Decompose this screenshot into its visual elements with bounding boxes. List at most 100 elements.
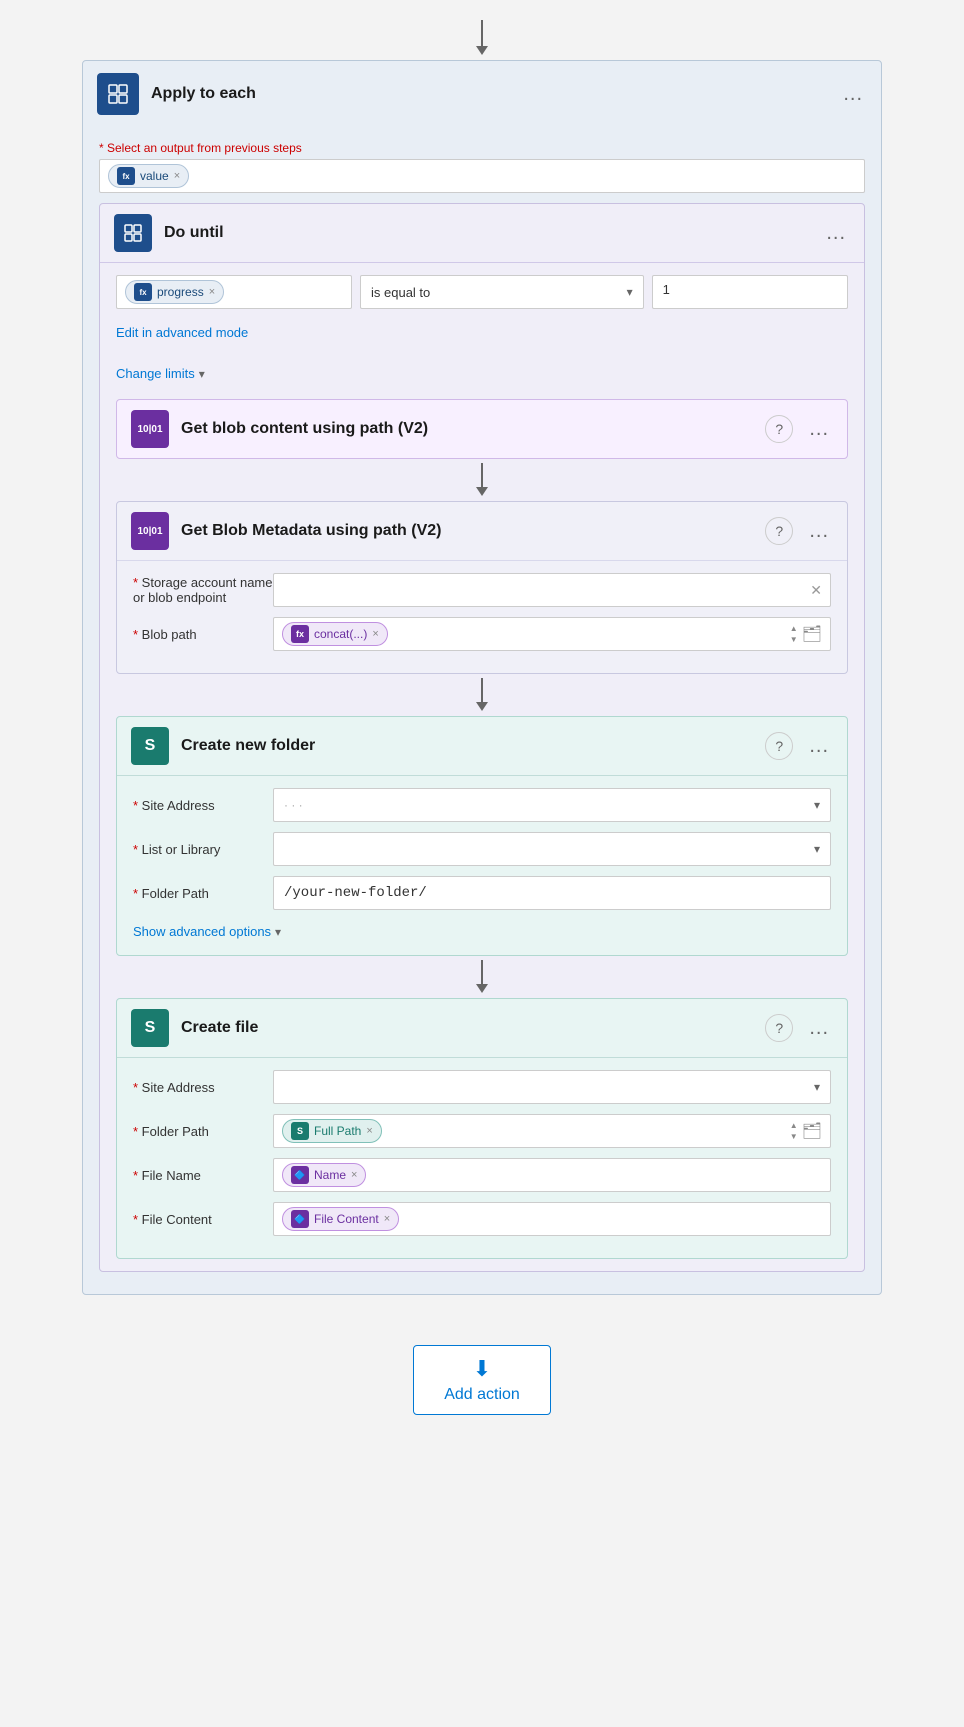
- arrow-3: [116, 960, 848, 994]
- concat-close[interactable]: ×: [372, 628, 378, 640]
- create-file-folder-path-input[interactable]: S Full Path × ▲ ▼ 🗂: [273, 1114, 831, 1148]
- get-blob-metadata-more-btn[interactable]: ...: [805, 520, 833, 543]
- do-until-card: Do until ... fx progress ×: [99, 203, 865, 1272]
- do-until-actions: ...: [822, 222, 850, 245]
- do-until-title: Do until: [164, 224, 822, 242]
- get-blob-metadata-help-btn[interactable]: ?: [765, 517, 793, 545]
- value-token-close[interactable]: ×: [174, 170, 180, 182]
- get-blob-content-actions: ? ...: [765, 415, 833, 443]
- apply-to-each-icon: [97, 73, 139, 115]
- create-file-header: S Create file ? ...: [117, 999, 847, 1057]
- folder-path-label: Folder Path: [133, 886, 273, 901]
- create-file-help-btn[interactable]: ?: [765, 1014, 793, 1042]
- full-path-close[interactable]: ×: [366, 1125, 372, 1137]
- folder-path-input[interactable]: /your-new-folder/: [273, 876, 831, 910]
- create-folder-header: S Create new folder ? ...: [117, 717, 847, 775]
- change-limits-btn[interactable]: Change limits ▾: [116, 362, 205, 385]
- file-name-row: File Name 🔷 Name ×: [133, 1158, 831, 1192]
- arrow-1: [116, 463, 848, 497]
- apply-to-each-card: Apply to each ... * Select an output fro…: [82, 60, 882, 1295]
- name-close[interactable]: ×: [351, 1169, 357, 1181]
- get-blob-content-icon: 10|01: [131, 410, 169, 448]
- file-content-input[interactable]: 🔷 File Content ×: [273, 1202, 831, 1236]
- create-folder-body: Site Address · · · ▾ List or Library: [117, 775, 847, 955]
- get-blob-metadata-header: 10|01 Get Blob Metadata using path (V2) …: [117, 502, 847, 560]
- create-file-icon: S: [131, 1009, 169, 1047]
- create-folder-actions: ? ...: [765, 732, 833, 760]
- blob-path-controls: ▲ ▼: [790, 623, 798, 645]
- do-until-header: Do until ...: [100, 204, 864, 263]
- list-library-label: List or Library: [133, 842, 273, 857]
- storage-account-clear[interactable]: ✕: [810, 582, 822, 599]
- arrow-2: [116, 678, 848, 712]
- progress-token-close[interactable]: ×: [209, 286, 215, 298]
- condition-row: fx progress × is equal to ▾ 1: [116, 275, 848, 309]
- value-token-icon: fx: [117, 167, 135, 185]
- operator-select[interactable]: is equal to ▾: [360, 275, 644, 309]
- get-blob-metadata-actions: ? ...: [765, 517, 833, 545]
- file-content-token: 🔷 File Content ×: [282, 1207, 399, 1231]
- apply-to-each-more-btn[interactable]: ...: [839, 83, 867, 106]
- site-address-label-2: Site Address: [133, 1080, 273, 1095]
- folder-path-controls: ▲ ▼: [790, 1120, 798, 1142]
- create-folder-title: Create new folder: [181, 737, 765, 755]
- value-token: fx value ×: [108, 164, 189, 188]
- storage-account-label: Storage account name or blob endpoint: [133, 575, 273, 605]
- apply-to-each-body: * Select an output from previous steps f…: [83, 127, 881, 1294]
- get-blob-metadata-title: Get Blob Metadata using path (V2): [181, 522, 765, 540]
- site-address-label-1: Site Address: [133, 798, 273, 813]
- apply-to-each-header: Apply to each ...: [83, 61, 881, 127]
- file-content-row: File Content 🔷 File Content ×: [133, 1202, 831, 1236]
- name-icon: 🔷: [291, 1166, 309, 1184]
- file-content-icon: 🔷: [291, 1210, 309, 1228]
- create-file-more-btn[interactable]: ...: [805, 1017, 833, 1040]
- blob-path-row: Blob path fx concat(...) × ▲: [133, 617, 831, 651]
- get-blob-metadata-card: 10|01 Get Blob Metadata using path (V2) …: [116, 501, 848, 674]
- create-folder-more-btn[interactable]: ...: [805, 735, 833, 758]
- storage-account-input[interactable]: ✕: [273, 573, 831, 607]
- full-path-icon: S: [291, 1122, 309, 1140]
- site-address-select-2[interactable]: ▾: [273, 1070, 831, 1104]
- add-action-icon: ⬇: [473, 1356, 491, 1382]
- site-address-select-1[interactable]: · · · ▾: [273, 788, 831, 822]
- create-folder-help-btn[interactable]: ?: [765, 732, 793, 760]
- condition-token-input[interactable]: fx progress ×: [116, 275, 352, 309]
- select-output-label: * Select an output from previous steps: [99, 141, 865, 155]
- create-file-card: S Create file ? ... Site Address: [116, 998, 848, 1259]
- get-blob-content-help-btn[interactable]: ?: [765, 415, 793, 443]
- get-blob-metadata-icon: 10|01: [131, 512, 169, 550]
- add-action-label: Add action: [444, 1386, 520, 1404]
- value-input[interactable]: 1: [652, 275, 848, 309]
- file-name-input[interactable]: 🔷 Name ×: [273, 1158, 831, 1192]
- create-file-body: Site Address ▾ Folder Path: [117, 1057, 847, 1258]
- site-address-chevron-2: ▾: [814, 1080, 820, 1094]
- apply-to-each-actions: ...: [839, 83, 867, 106]
- show-advanced-chevron: ▾: [275, 925, 281, 939]
- blob-path-input[interactable]: fx concat(...) × ▲ ▼ 🗂: [273, 617, 831, 651]
- list-library-select[interactable]: ▾: [273, 832, 831, 866]
- change-limits-chevron: ▾: [199, 367, 205, 381]
- select-output-input[interactable]: fx value ×: [99, 159, 865, 193]
- blob-path-folder-btn[interactable]: 🗂: [802, 624, 822, 644]
- concat-icon: fx: [291, 625, 309, 643]
- concat-token: fx concat(...) ×: [282, 622, 388, 646]
- get-blob-content-card: 10|01 Get blob content using path (V2) ?…: [116, 399, 848, 459]
- do-until-more-btn[interactable]: ...: [822, 222, 850, 245]
- create-file-title: Create file: [181, 1019, 765, 1037]
- operator-chevron: ▾: [627, 285, 633, 299]
- full-path-token: S Full Path ×: [282, 1119, 382, 1143]
- name-token: 🔷 Name ×: [282, 1163, 366, 1187]
- blob-path-label: Blob path: [133, 627, 273, 642]
- file-content-close[interactable]: ×: [384, 1213, 390, 1225]
- progress-token-icon: fx: [134, 283, 152, 301]
- site-address-row-2: Site Address ▾: [133, 1070, 831, 1104]
- get-blob-content-more-btn[interactable]: ...: [805, 418, 833, 441]
- progress-token: fx progress ×: [125, 280, 224, 304]
- folder-path-folder-btn[interactable]: 🗂: [802, 1121, 822, 1141]
- edit-advanced-btn[interactable]: Edit in advanced mode: [116, 321, 248, 344]
- apply-to-each-title: Apply to each: [151, 85, 839, 103]
- add-action-btn[interactable]: ⬇ Add action: [413, 1345, 551, 1415]
- get-blob-metadata-body: Storage account name or blob endpoint ✕ …: [117, 560, 847, 673]
- add-action-wrapper: ⬇ Add action: [413, 1325, 551, 1435]
- show-advanced-btn[interactable]: Show advanced options ▾: [133, 920, 281, 943]
